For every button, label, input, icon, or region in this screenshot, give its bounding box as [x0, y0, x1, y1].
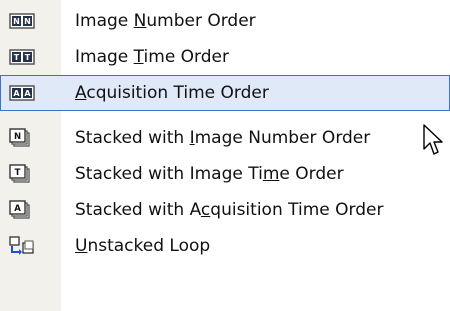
image-number-order-icon: N N: [9, 13, 35, 29]
menu-item-label: Stacked with Image Number Order: [75, 128, 371, 148]
menu-item-label: Image Number Order: [75, 11, 256, 31]
mouse-pointer-icon: [423, 124, 443, 155]
menu-item-stacked-acquisition-time-order[interactable]: A Stacked with Acquisition Time Order: [0, 192, 450, 228]
menu-item-label: Image Time Order: [75, 47, 229, 67]
menu-item-unstacked-loop[interactable]: Unstacked Loop: [0, 228, 450, 264]
stacked-acquisition-time-order-icon: A: [9, 200, 30, 219]
image-time-order-icon: T T: [9, 49, 35, 65]
menu-item-image-time-order[interactable]: T T Image Time Order: [0, 39, 450, 75]
menu-item-stacked-image-number-order[interactable]: N Stacked with Image Number Order: [0, 120, 450, 156]
stacked-image-time-order-icon: T: [9, 164, 30, 183]
menu-item-label: Acquisition Time Order: [75, 83, 269, 103]
menu-item-label: Stacked with Image Time Order: [75, 164, 344, 184]
menu-item-stacked-image-time-order[interactable]: T Stacked with Image Time Order: [0, 156, 450, 192]
svg-text:T: T: [15, 168, 21, 178]
svg-text:T: T: [25, 53, 31, 62]
acquisition-time-order-icon: A A: [9, 85, 35, 101]
unstacked-loop-icon: [9, 236, 34, 255]
svg-text:A: A: [24, 89, 31, 98]
svg-text:N: N: [14, 132, 21, 142]
menu-item-image-number-order[interactable]: N N Image Number Order: [0, 3, 450, 39]
svg-text:A: A: [14, 204, 21, 214]
context-menu: N N Image Number Order T T Image Time Or…: [0, 0, 450, 311]
svg-text:A: A: [13, 89, 20, 98]
menu-item-label: Stacked with Acquisition Time Order: [75, 200, 384, 220]
svg-text:T: T: [14, 53, 20, 62]
stacked-image-number-order-icon: N: [9, 128, 30, 147]
svg-text:N: N: [13, 17, 20, 26]
svg-text:N: N: [24, 17, 31, 26]
menu-item-label: Unstacked Loop: [75, 236, 211, 256]
menu-item-acquisition-time-order[interactable]: A A Acquisition Time Order: [0, 75, 450, 111]
